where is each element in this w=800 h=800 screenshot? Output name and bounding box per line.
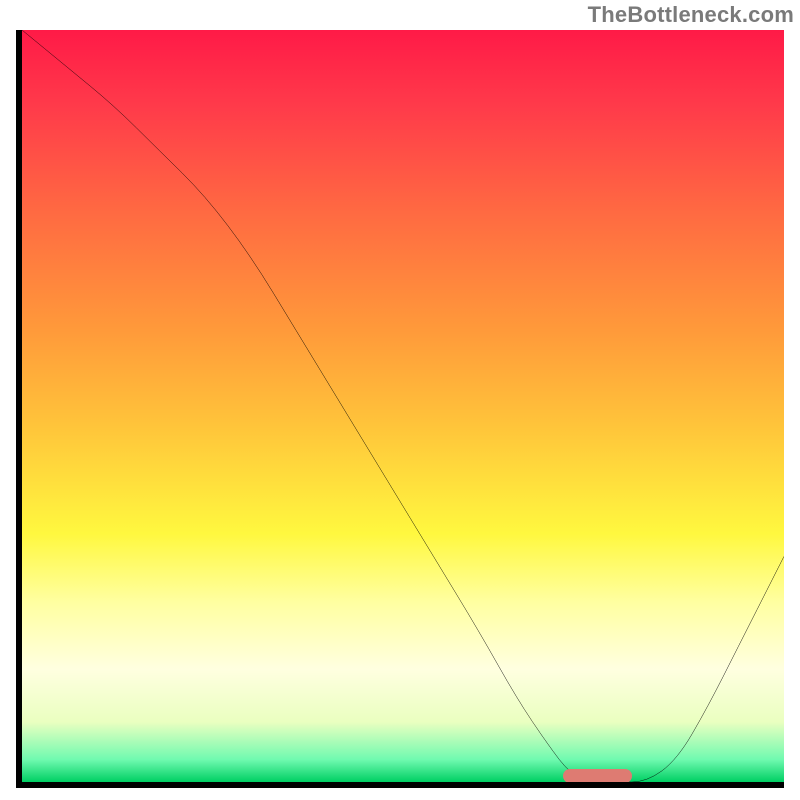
plot-area bbox=[16, 30, 784, 788]
watermark-text: TheBottleneck.com bbox=[588, 2, 794, 28]
bottleneck-curve bbox=[22, 30, 784, 782]
bottleneck-chart: TheBottleneck.com bbox=[0, 0, 800, 800]
optimal-range-marker bbox=[563, 769, 632, 783]
